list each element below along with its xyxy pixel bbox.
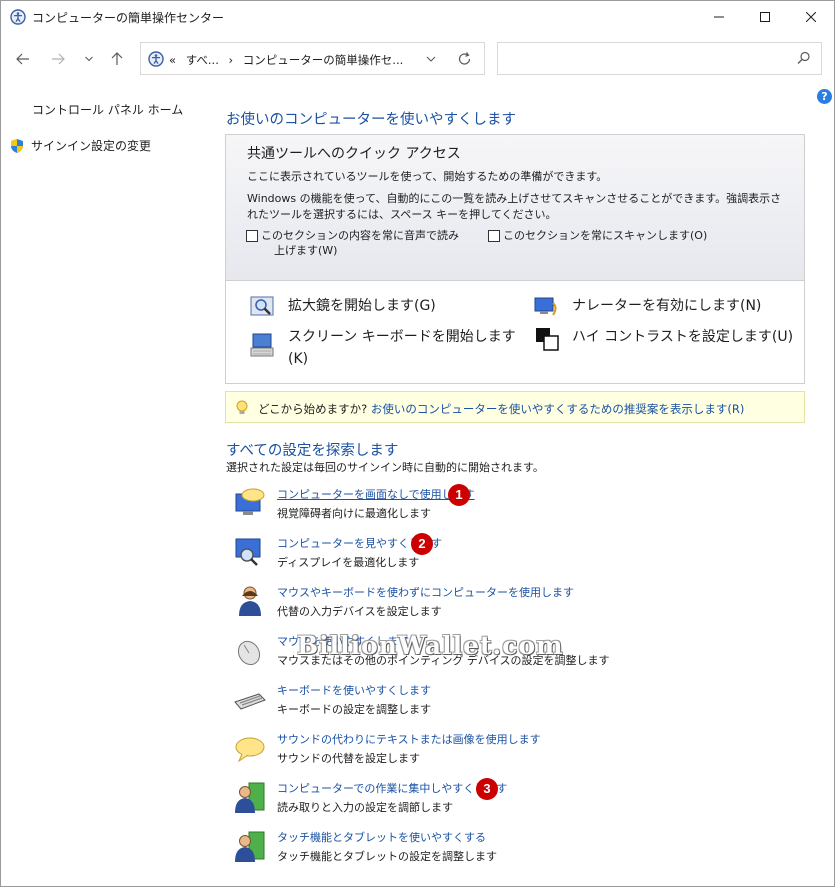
- display-speech-icon: [235, 488, 265, 515]
- window-title: コンピューターの簡単操作センター: [32, 11, 225, 25]
- list-item-use-without-display: コンピューターを画面なしで使用します 視覚障碍者向けに最適化します: [233, 484, 773, 526]
- checkbox-label: このセクションの内容を常に音声で読み: [261, 229, 459, 242]
- tool-label: スクリーン キーボードを開始します: [288, 329, 516, 345]
- search-icon: [797, 51, 810, 64]
- list-item-touch-and-tablet: タッチ機能とタブレットを使いやすくする タッチ機能とタブレットの設定を調整します: [233, 827, 773, 869]
- recent-locations-button[interactable]: [77, 45, 101, 73]
- list-item-link[interactable]: コンピューターを画面なしで使用します: [277, 486, 475, 502]
- list-item-link[interactable]: タッチ機能とタブレットを使いやすくする: [277, 829, 486, 845]
- display-magnifier-icon: [235, 538, 261, 566]
- always-read-checkbox[interactable]: このセクションの内容を常に音声で読み 上げます(W): [246, 228, 459, 258]
- person-document-icon: [235, 782, 265, 813]
- list-item-text-instead-of-sound: サウンドの代わりにテキストまたは画像を使用します サウンドの代替を設定します: [233, 729, 773, 771]
- checkbox-label: 上げます(W): [274, 244, 338, 257]
- magnifier-icon: [250, 296, 274, 316]
- sidebar-item-signin-settings[interactable]: サインイン設定の変更: [9, 137, 151, 154]
- narrator-icon: [534, 297, 557, 316]
- list-item-description: ディスプレイを最適化します: [277, 556, 420, 569]
- sidebar-item-label: サインイン設定の変更: [31, 139, 152, 153]
- breadcrumb-item[interactable]: すべ...: [186, 53, 219, 67]
- quick-access-header: 共通ツールへのクイック アクセス ここに表示されているツールを使って、開始するた…: [226, 135, 804, 281]
- person-icon: [239, 586, 261, 616]
- list-item-focus-on-tasks: コンピューターでの作業に集中しやすくします 読み取りと入力の設定を調節します: [233, 778, 773, 820]
- checkbox-label: このセクションを常にスキャンします(O): [503, 229, 708, 242]
- high-contrast-icon: [536, 328, 559, 351]
- quick-access-panel: 共通ツールへのクイック アクセス ここに表示されているツールを使って、開始するた…: [225, 134, 805, 384]
- annotation-badge: 3: [476, 778, 498, 800]
- explore-section-subtitle: 選択された設定は毎回のサインイン時に自動的に開始されます。: [226, 461, 544, 474]
- arrow-up-icon: [111, 52, 123, 65]
- always-scan-checkbox[interactable]: このセクションを常にスキャンします(O): [488, 228, 707, 243]
- address-bar[interactable]: « すべ... › コンピューターの簡単操作セ...: [140, 42, 485, 75]
- tool-label: ナレーターを有効にします(N): [572, 298, 762, 314]
- recommendation-text: どこから始めますか? お使いのコンピューターを使いやすくするための推奨案を表示し…: [258, 401, 744, 417]
- breadcrumb-overflow[interactable]: «: [169, 53, 176, 67]
- sidebar-item-home[interactable]: コントロール パネル ホーム: [32, 101, 183, 118]
- page-title: お使いのコンピューターを使いやすくします: [226, 112, 516, 128]
- close-button[interactable]: [788, 1, 834, 33]
- checkbox-box[interactable]: [488, 230, 500, 242]
- help-button[interactable]: ?: [817, 89, 832, 104]
- ease-of-access-icon: [10, 9, 26, 25]
- arrow-left-icon: [16, 53, 29, 65]
- list-item-description: タッチ機能とタブレットの設定を調整します: [277, 850, 497, 863]
- recommendation-link[interactable]: お使いのコンピューターを使いやすくするための推奨案を表示します(R): [371, 402, 744, 416]
- maximize-button[interactable]: [742, 1, 788, 33]
- list-item-make-easier-to-see: コンピューターを見やすくします ディスプレイを最適化します: [233, 533, 773, 575]
- list-item-use-without-mouse-keyboard: マウスやキーボードを使わずにコンピューターを使用します 代替の入力デバイスを設定…: [233, 582, 773, 624]
- refresh-icon[interactable]: [457, 50, 473, 68]
- breadcrumb-separator[interactable]: ›: [229, 53, 234, 67]
- list-item-description: 視覚障碍者向けに最適化します: [277, 507, 431, 520]
- chevron-down-icon[interactable]: [424, 50, 438, 68]
- up-button[interactable]: [105, 45, 129, 73]
- quick-access-description: ここに表示されているツールを使って、開始するための準備ができます。: [247, 170, 608, 183]
- list-item-link[interactable]: コンピューターでの作業に集中しやすくします: [277, 780, 507, 796]
- list-item-description: キーボードの設定を調整します: [277, 703, 431, 716]
- recommendation-bar: どこから始めますか? お使いのコンピューターを使いやすくするための推奨案を表示し…: [225, 391, 805, 423]
- quick-access-hint: Windows の機能を使って、自動的にこの一覧を読み上げさせてスキャンさせるこ…: [247, 192, 782, 221]
- breadcrumb: « すべ... › コンピューターの簡単操作セ...: [169, 52, 409, 68]
- explore-section-title: すべての設定を探索します: [226, 443, 399, 459]
- list-item-description: 代替の入力デバイスを設定します: [277, 605, 442, 618]
- list-item-link[interactable]: サウンドの代わりにテキストまたは画像を使用します: [277, 731, 541, 747]
- list-item-link[interactable]: マウスやキーボードを使わずにコンピューターを使用します: [277, 584, 574, 600]
- tool-label: (K): [288, 351, 309, 367]
- arrow-right-icon: [52, 53, 65, 65]
- tool-label: ハイ コントラストを設定します(U): [572, 329, 794, 345]
- minimize-icon: [714, 16, 724, 18]
- title-bar: コンピューターの簡単操作センター: [1, 1, 834, 33]
- list-item-description: 読み取りと入力の設定を調節します: [277, 801, 453, 814]
- lightbulb-icon: [236, 400, 248, 414]
- forward-button[interactable]: [46, 45, 70, 73]
- list-item-link[interactable]: キーボードを使いやすくします: [277, 682, 431, 698]
- list-item-description: サウンドの代替を設定します: [277, 752, 420, 765]
- start-on-screen-keyboard-button[interactable]: スクリーン キーボードを開始します (K): [250, 326, 516, 370]
- annotation-badge: 2: [411, 533, 433, 555]
- close-icon: [806, 12, 816, 22]
- keyboard-icon: [250, 333, 274, 357]
- set-high-contrast-button[interactable]: ハイ コントラストを設定します(U): [534, 326, 793, 352]
- keyboard-icon: [234, 693, 266, 710]
- quick-access-title: 共通ツールへのクイック アクセス: [247, 146, 461, 162]
- recommendation-question: どこから始めますか?: [258, 402, 368, 416]
- breadcrumb-item[interactable]: コンピューターの簡単操作セ...: [243, 53, 403, 67]
- search-box[interactable]: [497, 42, 822, 75]
- uac-shield-icon: [11, 138, 23, 153]
- person-tablet-icon: [235, 831, 265, 862]
- minimize-button[interactable]: [696, 1, 742, 33]
- mouse-icon: [237, 640, 261, 666]
- start-magnifier-button[interactable]: 拡大鏡を開始します(G): [250, 295, 436, 321]
- speech-bubble-icon: [235, 737, 265, 763]
- window: コンピューターの簡単操作センター « すべ... › コンピューターの簡単操作セ…: [0, 0, 835, 887]
- back-button[interactable]: [11, 45, 35, 73]
- list-item-make-keyboard-easier: キーボードを使いやすくします キーボードの設定を調整します: [233, 680, 773, 722]
- maximize-icon: [760, 12, 770, 22]
- checkbox-box[interactable]: [246, 230, 258, 242]
- chevron-down-icon: [85, 56, 93, 62]
- tool-label: 拡大鏡を開始します(G): [288, 298, 436, 314]
- start-narrator-button[interactable]: ナレーターを有効にします(N): [534, 295, 761, 321]
- ease-of-access-icon: [148, 51, 164, 67]
- annotation-badge: 1: [448, 484, 470, 506]
- watermark: BillionWallet.com: [297, 631, 564, 660]
